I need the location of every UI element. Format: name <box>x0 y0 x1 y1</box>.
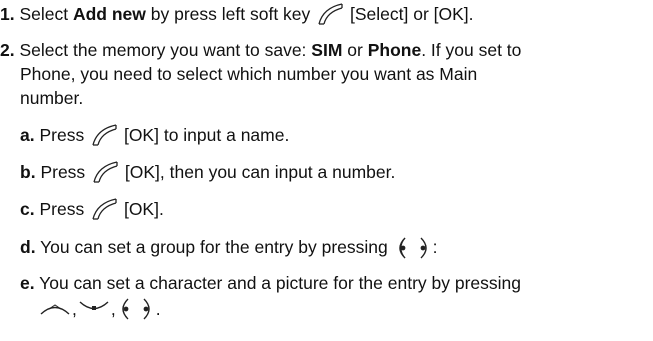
substep-e-keys: , , . <box>38 296 161 322</box>
key-end: . <box>155 299 161 319</box>
substep-text: : <box>432 237 438 257</box>
step-2-line-3: number. <box>20 88 84 108</box>
substep-letter: c. <box>20 199 35 219</box>
substep-text: [OK], then you can input a number. <box>120 162 396 182</box>
step-text: [Select] or [OK]. <box>345 4 474 24</box>
step-text: by press left soft key <box>145 4 316 24</box>
step-number: 2. <box>0 40 15 60</box>
substep-text: [OK] to input a name. <box>119 125 290 145</box>
step-1: 1. Select Add new by press left soft key… <box>0 2 474 26</box>
substep-text: Press <box>40 162 91 182</box>
step-text: Select <box>19 4 73 24</box>
substep-text: You can set a character and a picture fo… <box>39 273 522 293</box>
step-2: 2. Select the memory you want to save: S… <box>0 39 521 61</box>
substep-d: d. You can set a group for the entry by … <box>20 235 437 261</box>
step-bold: SIM <box>311 40 343 60</box>
substep-letter: d. <box>20 237 36 257</box>
manual-page: 1. Select Add new by press left soft key… <box>0 0 653 341</box>
substep-text: Press <box>39 125 90 145</box>
substep-b: b. Press [OK], then you can input a numb… <box>20 160 395 184</box>
step-text: Select the memory you want to save: <box>19 40 312 60</box>
substep-a: a. Press [OK] to input a name. <box>20 123 289 147</box>
nav-up-icon <box>38 297 72 319</box>
left-soft-key-icon <box>89 197 119 221</box>
substep-text: Press <box>39 199 90 219</box>
step-bold: Add new <box>72 4 146 24</box>
step-text: . If you set to <box>421 40 522 60</box>
step-2-line-2: Phone, you need to select which number y… <box>20 64 478 84</box>
step-bold: Phone <box>367 40 422 60</box>
left-soft-key-icon <box>90 160 120 184</box>
step-number: 1. <box>0 4 15 24</box>
substep-letter: b. <box>20 162 36 182</box>
substep-letter: e. <box>20 273 35 293</box>
step-text: or <box>342 40 368 60</box>
substep-text: You can set a group for the entry by pre… <box>40 237 393 257</box>
nav-down-icon <box>77 297 111 319</box>
nav-left-right-icon <box>393 235 433 261</box>
left-soft-key-icon <box>89 123 119 147</box>
left-soft-key-icon <box>315 2 345 26</box>
substep-letter: a. <box>20 125 35 145</box>
nav-left-right-icon <box>116 296 156 322</box>
substep-text: [OK]. <box>119 199 164 219</box>
substep-c: c. Press [OK]. <box>20 197 164 221</box>
substep-e: e. You can set a character and a picture… <box>20 272 521 294</box>
